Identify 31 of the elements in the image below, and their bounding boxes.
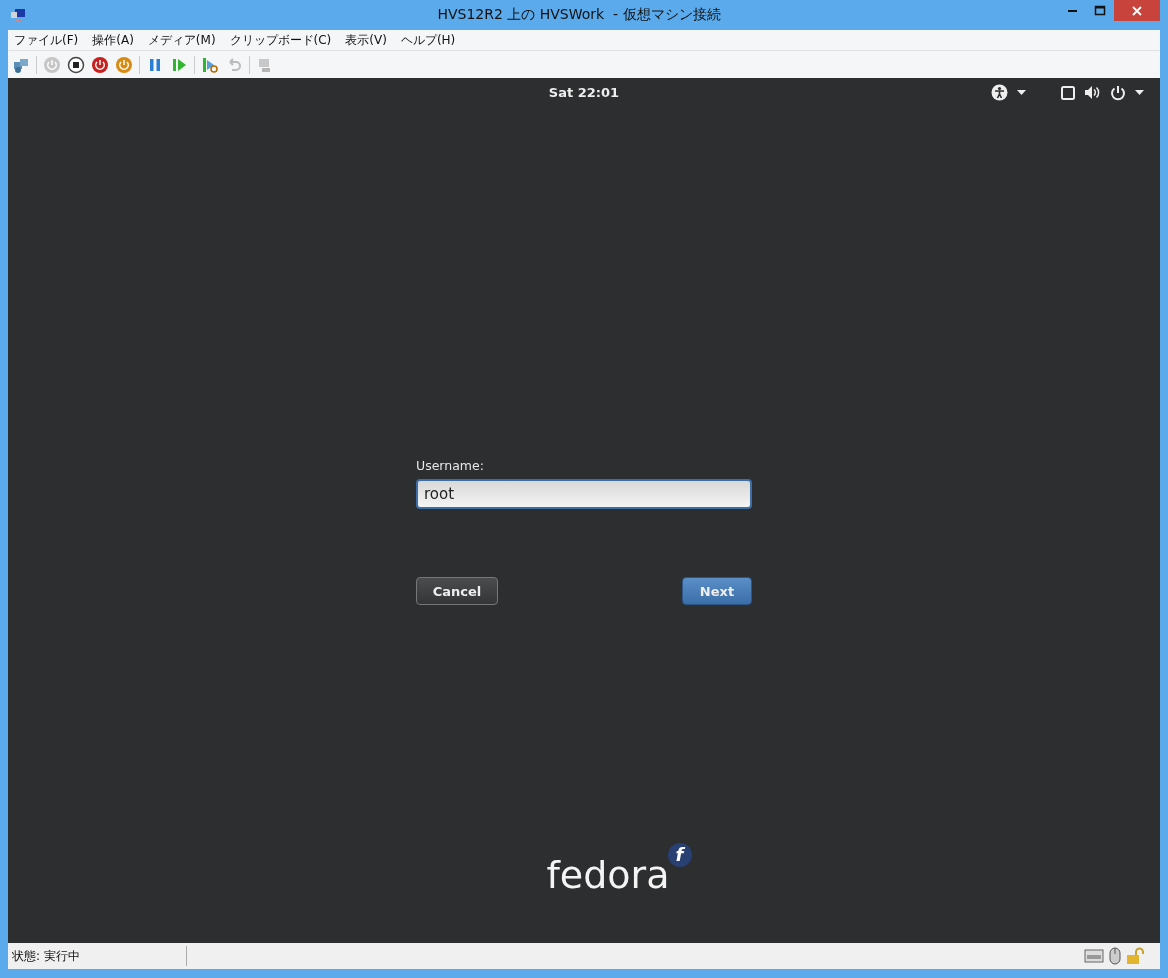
cancel-button[interactable]: Cancel (416, 577, 498, 605)
logo-mark: f (667, 843, 692, 867)
window-icon[interactable] (1061, 85, 1075, 100)
maximize-icon (1094, 4, 1106, 17)
status-text: 状態: 実行中 (11, 947, 81, 965)
menu-item[interactable]: メディア(M) (147, 31, 216, 49)
minimize-icon (1067, 9, 1077, 12)
mouse-icon (1108, 947, 1122, 965)
menu-item[interactable]: ヘルプ(H) (400, 31, 456, 49)
menu-item[interactable]: ファイル(F) (14, 31, 79, 49)
clock[interactable]: Sat 22:01 (548, 84, 620, 100)
menu-item[interactable]: 表示(V) (345, 31, 387, 49)
window-title: HVS12R2 上の HVSWork - 仮想マシン接続 (436, 6, 722, 24)
close-button[interactable] (1114, 0, 1160, 21)
volume-icon[interactable] (1084, 85, 1101, 100)
close-icon (1131, 4, 1143, 17)
power-icon[interactable] (1110, 84, 1126, 101)
menu-item[interactable]: クリップボード(C) (229, 31, 332, 49)
monitor-icon (10, 7, 26, 23)
keyboard-icon (1084, 948, 1104, 964)
stop-icon[interactable] (67, 55, 85, 74)
caret-icon[interactable] (1017, 90, 1026, 95)
menu-item[interactable]: 操作(A) (92, 31, 134, 49)
next-button[interactable]: Next (682, 577, 752, 605)
padlock-icon (1126, 947, 1146, 965)
accessibility-icon[interactable] (991, 84, 1008, 101)
logo-text: fedora (546, 855, 670, 895)
power-icon[interactable] (91, 55, 109, 74)
username-label: Username: (416, 458, 485, 473)
username-field[interactable]: root (416, 479, 752, 509)
caret-icon[interactable] (1135, 90, 1144, 95)
